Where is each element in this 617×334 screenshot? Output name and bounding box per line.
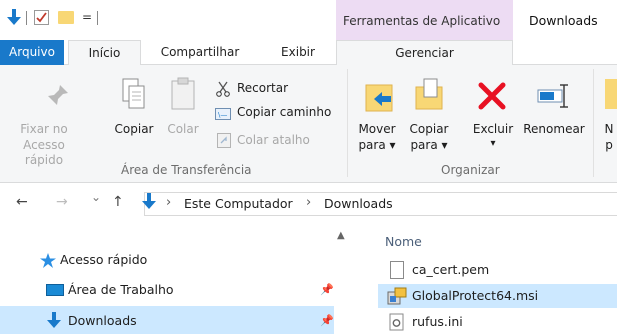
- tab-gerenciar[interactable]: Gerenciar: [336, 40, 513, 66]
- tab-exibir[interactable]: Exibir: [268, 40, 328, 65]
- tab-compartilhar[interactable]: Compartilhar: [150, 40, 250, 65]
- contextual-tab-label: Ferramentas de Aplicativo: [343, 14, 501, 28]
- address-row: ← → ⌄ ↑ › Este Computador › Downloads: [0, 184, 617, 222]
- copy-to-button-line1[interactable]: Copiar: [406, 122, 452, 137]
- new-folder-icon-partial: [605, 79, 617, 109]
- breadcrumb-separator[interactable]: ›: [306, 195, 311, 210]
- copy-path-button[interactable]: Copiar caminho: [237, 105, 331, 119]
- breadcrumb-separator[interactable]: ›: [166, 195, 171, 210]
- copy-path-icon: \—: [215, 108, 231, 120]
- nav-item-label: Área de Trabalho: [68, 282, 174, 297]
- delete-icon: [478, 82, 506, 110]
- pin-quick-access-label-2[interactable]: Acesso rápido: [4, 138, 84, 168]
- pin-quick-access-label-1[interactable]: Fixar no: [18, 122, 70, 137]
- file-name: rufus.ini: [412, 314, 463, 329]
- quick-access-separator: [97, 11, 98, 25]
- ribbon: Fixar no Acesso rápido Copiar Colar Reco…: [0, 65, 617, 183]
- nav-item-label: Acesso rápido: [60, 252, 148, 267]
- copy-to-icon: [415, 78, 443, 110]
- file-row[interactable]: rufus.ini: [378, 310, 617, 334]
- move-to-icon: [365, 84, 393, 112]
- nav-item-downloads[interactable]: Downloads 📌: [0, 306, 334, 334]
- organize-group-label: Organizar: [441, 163, 500, 177]
- file-name: GlobalProtect64.msi: [412, 288, 539, 303]
- file-name: ca_cert.pem: [412, 262, 490, 277]
- quick-access-separator: [26, 11, 27, 25]
- pin-icon: 📌: [320, 314, 334, 327]
- move-to-button-line2[interactable]: para ▾: [355, 138, 399, 153]
- nav-item-label: Downloads: [68, 313, 137, 328]
- recent-locations-button[interactable]: ⌄: [91, 190, 101, 204]
- ribbon-tab-row: Arquivo Início Compartilhar Exibir Geren…: [0, 40, 617, 66]
- star-icon: [40, 253, 56, 268]
- file-icon: [390, 261, 404, 279]
- title-bar: = Ferramentas de Aplicativo Downloads: [0, 0, 617, 40]
- pin-icon: 📌: [320, 283, 334, 296]
- back-button[interactable]: ←: [16, 194, 28, 210]
- downloads-location-icon: [142, 193, 156, 209]
- paste-button[interactable]: Colar: [164, 122, 202, 137]
- copy-to-button-line2[interactable]: para ▾: [406, 138, 452, 153]
- group-separator: [347, 69, 348, 177]
- download-arrow-icon[interactable]: [6, 9, 22, 27]
- breadcrumb-este-computador[interactable]: Este Computador: [184, 196, 293, 211]
- svg-text:\—: \—: [218, 111, 227, 119]
- breadcrumb-downloads[interactable]: Downloads: [324, 196, 393, 211]
- new-button-partial-1[interactable]: N: [603, 122, 615, 137]
- file-row[interactable]: GlobalProtect64.msi: [378, 284, 617, 308]
- pin-icon: [48, 85, 68, 105]
- scissors-icon: [216, 81, 230, 97]
- delete-dropdown-arrow[interactable]: ▾: [468, 136, 518, 151]
- copy-button[interactable]: Copiar: [110, 122, 158, 137]
- tab-arquivo[interactable]: Arquivo: [0, 40, 64, 65]
- properties-icon[interactable]: [34, 10, 49, 25]
- window-title: Downloads: [529, 13, 598, 28]
- file-list: Nome ca_cert.pem GlobalProtect64.msi ruf…: [352, 222, 617, 334]
- forward-button[interactable]: →: [56, 194, 68, 210]
- download-arrow-icon: [47, 312, 61, 328]
- paste-shortcut-icon: [217, 133, 231, 148]
- cut-button[interactable]: Recortar: [237, 81, 288, 95]
- scroll-up-arrow[interactable]: ▲: [337, 230, 345, 241]
- installer-icon: [387, 287, 407, 305]
- navigation-pane: Acesso rápido Área de Trabalho 📌 Downloa…: [0, 222, 340, 334]
- delete-button[interactable]: Excluir: [468, 122, 518, 137]
- paste-shortcut-button[interactable]: Colar atalho: [237, 133, 310, 147]
- rename-icon: [537, 84, 568, 108]
- nav-item-area-de-trabalho[interactable]: Área de Trabalho 📌: [0, 278, 334, 302]
- customize-quick-access-button[interactable]: =: [82, 10, 92, 24]
- tab-inicio[interactable]: Início: [68, 40, 141, 66]
- rename-button[interactable]: Renomear: [520, 122, 588, 137]
- move-to-button-line1[interactable]: Mover: [355, 122, 399, 137]
- up-button[interactable]: ↑: [112, 194, 124, 210]
- desktop-icon: [46, 284, 64, 296]
- group-separator: [593, 69, 594, 177]
- new-folder-icon[interactable]: [58, 11, 74, 24]
- clipboard-group-label: Área de Transferência: [121, 163, 252, 177]
- settings-file-icon: [389, 313, 404, 331]
- paste-icon: [171, 77, 195, 110]
- new-button-partial-2[interactable]: p: [603, 138, 615, 153]
- file-row[interactable]: ca_cert.pem: [378, 258, 617, 282]
- column-header-name[interactable]: Nome: [385, 234, 422, 249]
- copy-icon: [122, 78, 145, 109]
- nav-item-acesso-rapido[interactable]: Acesso rápido: [0, 248, 334, 272]
